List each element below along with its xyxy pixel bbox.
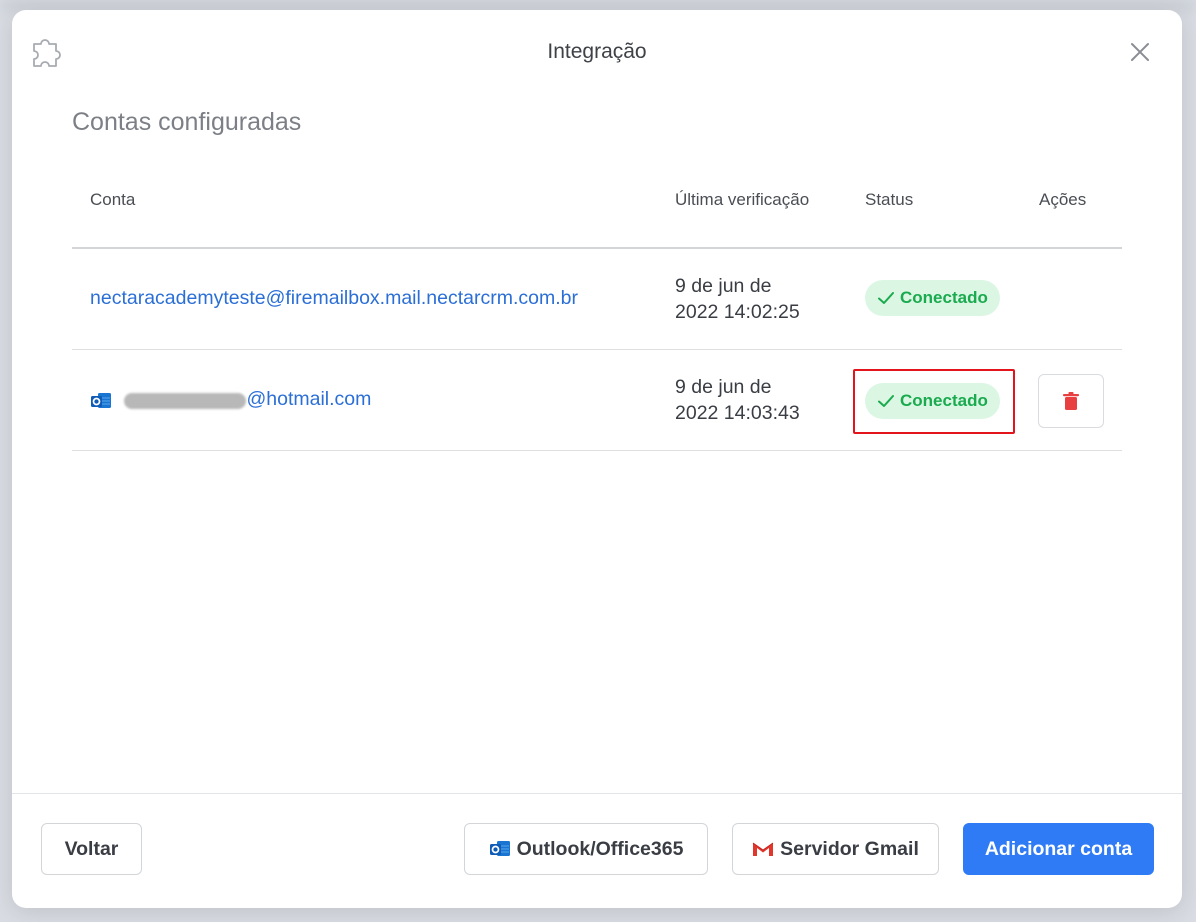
date-line: 9 de jun de — [675, 376, 772, 398]
gmail-button-label: Servidor Gmail — [780, 837, 919, 860]
gmail-icon — [752, 842, 774, 856]
table-header-row: Conta Última verificação Status Ações — [72, 170, 1122, 249]
gmail-button[interactable]: Servidor Gmail — [732, 823, 939, 875]
modal-footer: Voltar Outlook/Office365 Servidor Gmail … — [12, 793, 1182, 908]
accounts-table: Conta Última verificação Status Ações ne… — [72, 170, 1122, 451]
add-account-button[interactable]: Adicionar conta — [963, 823, 1154, 875]
outlook-icon — [91, 392, 111, 408]
outlook-icon — [489, 841, 510, 856]
account-cell: nectaracademyteste@firemailbox.mail.nect… — [90, 287, 578, 310]
back-button-label: Voltar — [64, 837, 119, 860]
section-title: Contas configuradas — [72, 108, 302, 136]
modal-header: Integração — [12, 10, 1182, 96]
close-icon[interactable] — [1128, 40, 1152, 64]
back-button[interactable]: Voltar — [41, 823, 142, 875]
status-cell: Conectado — [865, 280, 1000, 316]
status-badge: Conectado — [865, 280, 1000, 316]
outlook-button[interactable]: Outlook/Office365 — [464, 823, 708, 875]
check-icon — [878, 292, 894, 304]
column-header-status: Status — [865, 190, 914, 209]
table-row: nectaracademyteste@firemailbox.mail.nect… — [72, 249, 1122, 350]
time-line: 2022 14:02:25 — [675, 301, 800, 323]
account-link[interactable]: nectaracademyteste@firemailbox.mail.nect… — [90, 287, 578, 309]
redacted-email-part — [124, 392, 247, 409]
status-label: Conectado — [900, 288, 988, 307]
date-line: 9 de jun de — [675, 275, 772, 297]
column-header-account: Conta — [90, 190, 136, 209]
modal-title: Integração — [547, 40, 647, 63]
trash-icon — [1063, 392, 1079, 410]
time-line: 2022 14:03:43 — [675, 402, 800, 424]
account-cell: @hotmail.com — [90, 388, 371, 412]
add-account-button-label: Adicionar conta — [984, 837, 1133, 860]
integration-modal: Integração Contas configuradas Conta Últ… — [12, 10, 1182, 908]
outlook-button-label: Outlook/Office365 — [516, 837, 684, 860]
last-check-cell: 9 de jun de 2022 14:03:43 — [675, 374, 800, 426]
column-header-actions: Ações — [1039, 190, 1087, 209]
column-header-last-check: Última verificação — [675, 190, 810, 209]
delete-button[interactable] — [1038, 374, 1104, 428]
account-link[interactable]: @hotmail.com — [246, 388, 371, 410]
last-check-cell: 9 de jun de 2022 14:02:25 — [675, 273, 800, 325]
highlight-box — [853, 369, 1015, 434]
table-row: @hotmail.com 9 de jun de 2022 14:03:43 C… — [72, 350, 1122, 451]
backdrop — [0, 0, 1196, 10]
